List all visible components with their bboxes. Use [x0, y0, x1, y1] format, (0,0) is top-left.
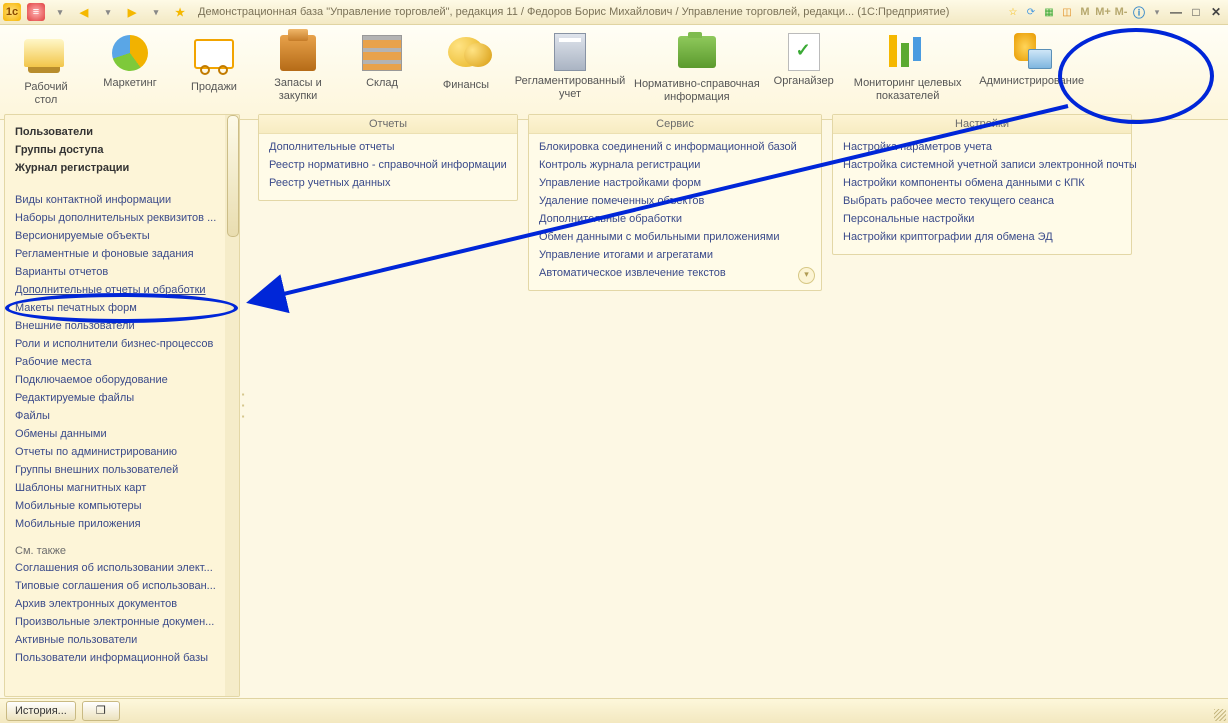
resize-grip-icon[interactable]: [1214, 709, 1226, 721]
nav-link[interactable]: Файлы: [15, 407, 233, 425]
info-dd-icon[interactable]: ▾: [1150, 5, 1164, 19]
panel-link[interactable]: Обмен данными с мобильными приложениями: [539, 228, 811, 246]
panel-link[interactable]: Персональные настройки: [843, 210, 1121, 228]
nav-link[interactable]: Варианты отчетов: [15, 263, 233, 281]
panel-settings-header: Настройки: [833, 115, 1131, 134]
panel-link[interactable]: Дополнительные отчеты: [269, 138, 507, 156]
nav-link[interactable]: Группы внешних пользователей: [15, 461, 233, 479]
nav-link[interactable]: Мобильные компьютеры: [15, 497, 233, 515]
nav-forward-icon[interactable]: ▶: [123, 3, 141, 21]
section-bar: Рабочийстол Маркетинг Продажи Запасы иза…: [0, 25, 1228, 120]
panel-link[interactable]: Настройки криптографии для обмена ЭД: [843, 228, 1121, 246]
tool1-icon[interactable]: ⟳: [1024, 5, 1038, 19]
nav-bold-journal[interactable]: Журнал регистрации: [15, 159, 233, 177]
calendar-icon[interactable]: ◫: [1060, 5, 1074, 19]
nav-link[interactable]: Мобильные приложения: [15, 515, 233, 533]
app-menu-icon[interactable]: ≡: [27, 3, 45, 21]
nav-link[interactable]: Типовые соглашения об использован...: [15, 577, 233, 595]
section-stock[interactable]: Запасы изакупки: [256, 29, 340, 103]
nav-link[interactable]: Архив электронных документов: [15, 595, 233, 613]
section-marketing[interactable]: Маркетинг: [88, 29, 172, 90]
nav-bold-users[interactable]: Пользователи: [15, 123, 233, 141]
section-reglament[interactable]: Регламентированныйучет: [508, 29, 632, 101]
panel-service-expand-icon[interactable]: ▾: [798, 267, 815, 284]
section-organizer[interactable]: Органайзер: [762, 29, 846, 88]
nav-link[interactable]: Редактируемые файлы: [15, 389, 233, 407]
m-btn[interactable]: M: [1078, 5, 1092, 19]
fav2-icon[interactable]: ☆: [1006, 5, 1020, 19]
status-bar: История... ❐: [0, 698, 1228, 723]
panel-service-header: Сервис: [529, 115, 821, 134]
section-monitoring[interactable]: Мониторинг целевыхпоказателей: [846, 29, 970, 103]
panel-link[interactable]: Настройка системной учетной записи элект…: [843, 156, 1121, 174]
favorites-icon[interactable]: ★: [171, 3, 189, 21]
nav-link-additional-reports[interactable]: Дополнительные отчеты и обработки: [15, 281, 233, 299]
history-button[interactable]: История...: [6, 701, 76, 721]
section-finance[interactable]: Финансы: [424, 29, 508, 92]
nav-link[interactable]: Пользователи информационной базы: [15, 649, 233, 667]
panel-link[interactable]: Управление настройками форм: [539, 174, 811, 192]
nav-fwd-dd-icon[interactable]: ▾: [147, 3, 165, 21]
maximize-button[interactable]: □: [1188, 5, 1204, 19]
section-admin[interactable]: Администрирование: [970, 29, 1094, 88]
nav-link[interactable]: Отчеты по администрированию: [15, 443, 233, 461]
minimize-button[interactable]: —: [1168, 5, 1184, 19]
nav-link[interactable]: Подключаемое оборудование: [15, 371, 233, 389]
panel-link[interactable]: Управление итогами и агрегатами: [539, 246, 811, 264]
nav-link[interactable]: Роли и исполнители бизнес-процессов: [15, 335, 233, 353]
nav-back-icon[interactable]: ◀: [75, 3, 93, 21]
panel-link[interactable]: Удаление помеченных объектов: [539, 192, 811, 210]
panel-link[interactable]: Настройки компоненты обмена данными с КП…: [843, 174, 1121, 192]
section-nsi[interactable]: Нормативно-справочнаяинформация: [632, 29, 762, 104]
panel-link[interactable]: Блокировка соединений с информационной б…: [539, 138, 811, 156]
panel-link[interactable]: Выбрать рабочее место текущего сеанса: [843, 192, 1121, 210]
titlebar: 1c ≡ ▾ ◀ ▾ ▶ ▾ ★ Демонстрационная база "…: [0, 0, 1228, 25]
panel-settings: Настройки Настройка параметров учета Нас…: [832, 114, 1132, 255]
nav-link[interactable]: Внешние пользователи: [15, 317, 233, 335]
nav-bold-groups[interactable]: Группы доступа: [15, 141, 233, 159]
section-desktop[interactable]: Рабочийстол: [4, 29, 88, 107]
window-title: Демонстрационная база "Управление торгов…: [192, 6, 1006, 18]
nav-link[interactable]: Шаблоны магнитных карт: [15, 479, 233, 497]
windows-button[interactable]: ❐: [82, 701, 120, 721]
panel-link[interactable]: Настройка параметров учета: [843, 138, 1121, 156]
app-1c-icon[interactable]: 1c: [3, 3, 21, 21]
close-button[interactable]: ✕: [1208, 5, 1224, 19]
nav-seealso-header: См. также: [15, 545, 233, 557]
nav-link[interactable]: Обмены данными: [15, 425, 233, 443]
nav-link[interactable]: Соглашения об использовании элект...: [15, 559, 233, 577]
panel-link[interactable]: Дополнительные обработки: [539, 210, 811, 228]
nav-link[interactable]: Произвольные электронные докумен...: [15, 613, 233, 631]
nav-link[interactable]: Макеты печатных форм: [15, 299, 233, 317]
panel-link[interactable]: Реестр нормативно - справочной информаци…: [269, 156, 507, 174]
nav-panel: Пользователи Группы доступа Журнал регис…: [4, 114, 240, 697]
panel-link[interactable]: Контроль журнала регистрации: [539, 156, 811, 174]
panel-service: Сервис Блокировка соединений с информаци…: [528, 114, 822, 291]
dropdown-icon[interactable]: ▾: [51, 3, 69, 21]
nav-scrollbar[interactable]: [225, 115, 239, 696]
nav-link[interactable]: Наборы дополнительных реквизитов ...: [15, 209, 233, 227]
mminus-btn[interactable]: M-: [1114, 5, 1128, 19]
nav-link[interactable]: Активные пользователи: [15, 631, 233, 649]
panel-link[interactable]: Автоматическое извлечение текстов: [539, 264, 811, 282]
nav-link[interactable]: Рабочие места: [15, 353, 233, 371]
nav-link[interactable]: Виды контактной информации: [15, 191, 233, 209]
info-icon[interactable]: ⓘ: [1132, 5, 1146, 19]
nav-back-dd-icon[interactable]: ▾: [99, 3, 117, 21]
mplus-btn[interactable]: M+: [1096, 5, 1110, 19]
calc-icon[interactable]: ▦: [1042, 5, 1056, 19]
panel-reports-header: Отчеты: [259, 115, 517, 134]
section-warehouse[interactable]: Склад: [340, 29, 424, 90]
nav-link[interactable]: Регламентные и фоновые задания: [15, 245, 233, 263]
nav-link[interactable]: Версионируемые объекты: [15, 227, 233, 245]
panel-reports: Отчеты Дополнительные отчеты Реестр норм…: [258, 114, 518, 201]
nav-scroll-thumb[interactable]: [227, 115, 239, 237]
panel-link[interactable]: Реестр учетных данных: [269, 174, 507, 192]
section-sales[interactable]: Продажи: [172, 29, 256, 94]
